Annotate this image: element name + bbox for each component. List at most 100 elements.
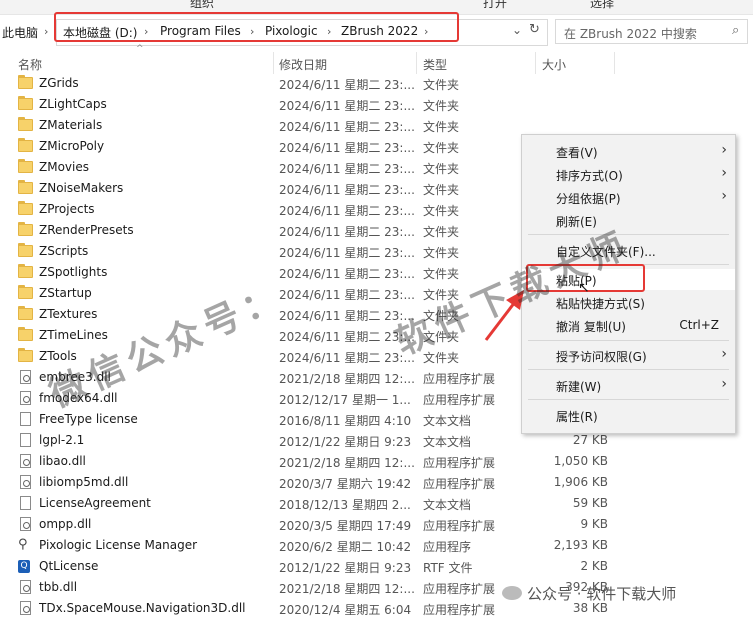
- file-type: 应用程序扩展: [423, 519, 496, 533]
- file-type: 文本文档: [423, 498, 472, 512]
- search-input[interactable]: 在 ZBrush 2022 中搜索 ⌕: [555, 19, 748, 44]
- file-name: ompp.dll: [39, 517, 92, 531]
- file-type: 应用程序扩展: [423, 456, 496, 470]
- column-divider[interactable]: [273, 52, 274, 74]
- ribbon-select[interactable]: 选择: [590, 0, 614, 11]
- file-type: 应用程序: [423, 540, 472, 554]
- file-name: ZProjects: [39, 202, 95, 216]
- menu-item-group[interactable]: 分组依据(P) ›: [522, 187, 735, 208]
- file-type: 应用程序扩展: [423, 477, 496, 491]
- watermark-footer: 公众号 · 软件下载大师: [527, 585, 677, 603]
- file-type: 应用程序扩展: [423, 393, 496, 407]
- file-name: ZMovies: [39, 160, 89, 174]
- dll-icon: [20, 475, 31, 489]
- menu-item-view[interactable]: 查看(V) ›: [522, 141, 735, 162]
- file-date: 2024/6/11 星期二 23:...: [279, 351, 415, 365]
- search-icon[interactable]: ⌕: [732, 23, 739, 38]
- menu-item-new[interactable]: 新建(W) ›: [522, 375, 735, 396]
- folder-icon: [18, 285, 33, 299]
- submenu-arrow-icon: ›: [721, 165, 727, 181]
- file-type: 文件夹: [423, 183, 460, 197]
- column-name[interactable]: 名称: [18, 56, 42, 73]
- file-name: LicenseAgreement: [39, 496, 151, 510]
- file-date: 2018/12/13 星期四 2...: [279, 498, 411, 512]
- file-name: tbb.dll: [39, 580, 78, 594]
- ribbon-open[interactable]: 打开: [483, 0, 507, 11]
- wechat-logo-icon: [502, 586, 522, 600]
- file-size: 2,193 KB: [553, 538, 608, 552]
- file-row[interactable]: ompp.dll 2020/3/5 星期四 17:49 应用程序扩展 9 KB: [0, 514, 753, 535]
- file-date: 2012/1/22 星期日 9:23: [279, 435, 412, 449]
- file-type: 文本文档: [423, 414, 472, 428]
- file-name: ZTextures: [39, 307, 98, 321]
- file-row[interactable]: libao.dll 2021/2/18 星期四 12:... 应用程序扩展 1,050…: [0, 451, 753, 472]
- dll-icon: [20, 580, 31, 594]
- folder-icon: [18, 306, 33, 320]
- file-row[interactable]: Q QtLicense 2012/1/22 星期日 9:23 RTF 文件 2 KB: [0, 556, 753, 577]
- file-name: ZGrids: [39, 76, 79, 90]
- sort-up-icon: ^: [136, 44, 144, 54]
- file-size: 1,050 KB: [553, 454, 608, 468]
- file-date: 2024/6/11 星期二 23:...: [279, 204, 415, 218]
- file-type: 文件夹: [423, 267, 460, 281]
- file-name: ZScripts: [39, 244, 89, 258]
- file-date: 2012/1/22 星期日 9:23: [279, 561, 412, 575]
- file-date: 2020/6/2 星期二 10:42: [279, 540, 412, 554]
- file-date: 2021/2/18 星期四 12:...: [279, 456, 415, 470]
- rtf-icon: Q: [18, 560, 30, 573]
- address-highlight-box: [54, 12, 459, 42]
- file-date: 2020/3/5 星期四 17:49: [279, 519, 412, 533]
- search-placeholder: 在 ZBrush 2022 中搜索: [564, 27, 697, 41]
- file-date: 2024/6/11 星期二 23:...: [279, 78, 415, 92]
- file-row[interactable]: LicenseAgreement 2018/12/13 星期四 2... 文本文档 5…: [0, 493, 753, 514]
- folder-icon: [18, 159, 33, 173]
- file-row[interactable]: ZGrids 2024/6/11 星期二 23:... 文件夹: [0, 73, 753, 94]
- menu-separator: [528, 234, 729, 235]
- file-type: RTF 文件: [423, 561, 473, 575]
- column-divider[interactable]: [614, 52, 615, 74]
- column-type[interactable]: 类型: [423, 56, 447, 73]
- file-type: 文本文档: [423, 435, 472, 449]
- dll-icon: [20, 370, 31, 384]
- menu-item-properties[interactable]: 属性(R): [522, 405, 735, 426]
- file-size: 2 KB: [580, 559, 608, 573]
- dropdown-chevron-icon[interactable]: ⌄: [512, 23, 522, 37]
- column-divider[interactable]: [535, 52, 536, 74]
- submenu-arrow-icon: ›: [721, 376, 727, 392]
- submenu-arrow-icon: ›: [721, 346, 727, 362]
- file-name: Pixologic License Manager: [39, 538, 198, 552]
- menu-item-refresh[interactable]: 刷新(E): [522, 210, 735, 231]
- ribbon-organize[interactable]: 组织: [190, 0, 214, 11]
- file-name: ZMaterials: [39, 118, 103, 132]
- file-type: 文件夹: [423, 246, 460, 260]
- file-row[interactable]: ZMaterials 2024/6/11 星期二 23:... 文件夹: [0, 115, 753, 136]
- this-pc-crumb[interactable]: 此电脑: [2, 24, 38, 41]
- file-type: 应用程序扩展: [423, 603, 496, 617]
- menu-item-grant-access[interactable]: 授予访问权限(G) ›: [522, 345, 735, 366]
- dll-icon: [20, 517, 31, 531]
- column-divider[interactable]: [416, 52, 417, 74]
- refresh-icon[interactable]: ↻: [529, 22, 540, 37]
- menu-separator: [528, 369, 729, 370]
- chevron-right-icon[interactable]: ›: [44, 25, 48, 38]
- menu-item-sort[interactable]: 排序方式(O) ›: [522, 164, 735, 185]
- file-date: 2021/2/18 星期四 12:...: [279, 372, 415, 386]
- file-date: 2024/6/11 星期二 23:...: [279, 99, 415, 113]
- file-date: 2016/8/11 星期四 4:10: [279, 414, 412, 428]
- submenu-arrow-icon: ›: [721, 188, 727, 204]
- folder-icon: [18, 180, 33, 194]
- file-size: 27 KB: [572, 433, 608, 447]
- file-type: 文件夹: [423, 120, 460, 134]
- file-date: 2024/6/11 星期二 23:...: [279, 288, 415, 302]
- file-row[interactable]: libiomp5md.dll 2020/3/7 星期六 19:42 应用程序扩展 1,…: [0, 472, 753, 493]
- file-date: 2024/6/11 星期二 23:...: [279, 141, 415, 155]
- file-row[interactable]: ⚲ Pixologic License Manager 2020/6/2 星期二 1…: [0, 535, 753, 556]
- column-size[interactable]: 大小: [542, 56, 566, 73]
- file-size: 9 KB: [580, 517, 608, 531]
- file-date: 2020/3/7 星期六 19:42: [279, 477, 412, 491]
- menu-item-undo[interactable]: 撤消 复制(U) Ctrl+Z: [522, 315, 735, 336]
- file-row[interactable]: ZLightCaps 2024/6/11 星期二 23:... 文件夹: [0, 94, 753, 115]
- column-date[interactable]: 修改日期: [279, 56, 327, 73]
- file-type: 文件夹: [423, 204, 460, 218]
- file-name: libao.dll: [39, 454, 86, 468]
